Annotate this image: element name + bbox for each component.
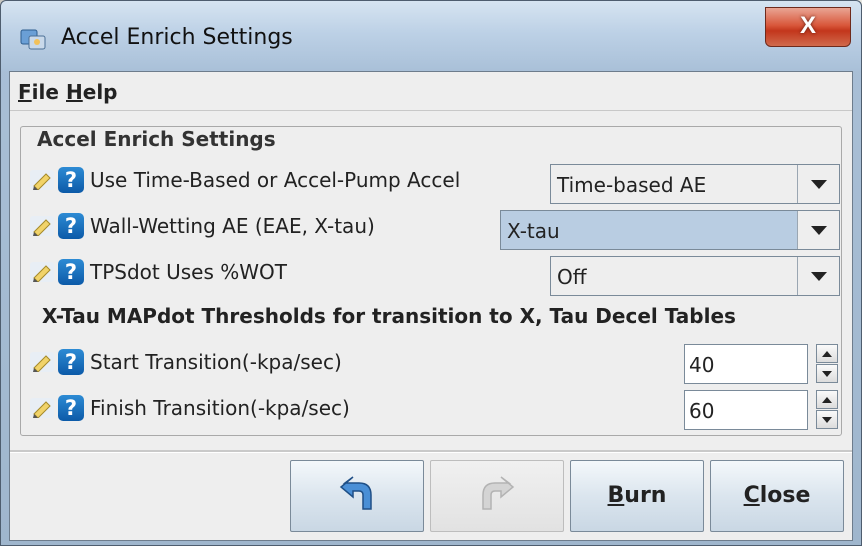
menu-help[interactable]: Help <box>66 80 118 104</box>
title-bar[interactable]: Accel Enrich Settings X <box>1 1 861 71</box>
window-close-button[interactable]: X <box>765 7 851 47</box>
settings-panel: Accel Enrich Settings ? Use Time-Based o… <box>10 112 852 446</box>
setting-row-ae-type: ? Use Time-Based or Accel-Pump Accel Tim… <box>10 162 852 204</box>
wall-wetting-dropdown[interactable]: X-tau <box>500 210 840 250</box>
spinner-down-button[interactable] <box>816 410 838 429</box>
chevron-down-icon[interactable] <box>797 257 839 295</box>
chevron-down-icon[interactable] <box>797 165 839 203</box>
help-icon[interactable]: ? <box>58 259 84 285</box>
undo-icon <box>339 476 372 510</box>
help-icon[interactable]: ? <box>58 167 84 193</box>
redo-button[interactable] <box>430 460 564 532</box>
dropdown-value: Time-based AE <box>557 173 707 197</box>
client-area: File Help Accel Enrich Settings ? Use Ti… <box>9 71 853 541</box>
setting-label: Wall-Wetting AE (EAE, X-tau) <box>90 214 375 238</box>
section-heading: X-Tau MAPdot Thresholds for transition t… <box>42 304 736 328</box>
group-title: Accel Enrich Settings <box>31 127 282 151</box>
redo-icon <box>482 476 515 510</box>
pencil-icon[interactable] <box>30 170 54 190</box>
help-icon[interactable]: ? <box>58 395 84 421</box>
menu-bar: File Help <box>10 72 852 111</box>
chevron-down-icon[interactable] <box>797 211 839 249</box>
help-icon[interactable]: ? <box>58 349 84 375</box>
menu-file[interactable]: File <box>18 80 59 104</box>
dialog-window: Accel Enrich Settings X File Help Accel … <box>0 0 862 546</box>
close-button[interactable]: Close <box>710 460 844 532</box>
window-title: Accel Enrich Settings <box>61 25 293 50</box>
ae-type-dropdown[interactable]: Time-based AE <box>550 164 840 204</box>
setting-row-start-transition: ? Start Transition(-kpa/sec) 40 <box>10 344 852 384</box>
undo-button[interactable] <box>290 460 424 532</box>
setting-row-tpsdot: ? TPSdot Uses %WOT Off <box>10 254 852 296</box>
pencil-icon[interactable] <box>30 262 54 282</box>
spinner-up-button[interactable] <box>816 344 838 363</box>
setting-label: TPSdot Uses %WOT <box>90 260 287 284</box>
setting-label: Use Time-Based or Accel-Pump Accel <box>90 168 461 192</box>
separator <box>10 450 852 453</box>
pencil-icon[interactable] <box>30 352 54 372</box>
dropdown-value: Off <box>557 265 587 289</box>
setting-label: Start Transition(-kpa/sec) <box>90 350 342 374</box>
pencil-icon[interactable] <box>30 398 54 418</box>
setting-row-finish-transition: ? Finish Transition(-kpa/sec) 60 <box>10 390 852 430</box>
finish-transition-input[interactable]: 60 <box>684 390 808 430</box>
burn-button[interactable]: Burn <box>570 460 704 532</box>
tpsdot-wot-dropdown[interactable]: Off <box>550 256 840 296</box>
start-transition-input[interactable]: 40 <box>684 344 808 384</box>
setting-label: Finish Transition(-kpa/sec) <box>90 396 350 420</box>
spinner-up-button[interactable] <box>816 390 838 409</box>
pencil-icon[interactable] <box>30 216 54 236</box>
finish-transition-spinner <box>816 390 838 430</box>
start-transition-spinner <box>816 344 838 384</box>
dropdown-value: X-tau <box>507 219 560 243</box>
setting-row-wall-wetting: ? Wall-Wetting AE (EAE, X-tau) X-tau <box>10 208 852 250</box>
app-icon <box>20 29 46 50</box>
help-icon[interactable]: ? <box>58 213 84 239</box>
spinner-down-button[interactable] <box>816 364 838 383</box>
